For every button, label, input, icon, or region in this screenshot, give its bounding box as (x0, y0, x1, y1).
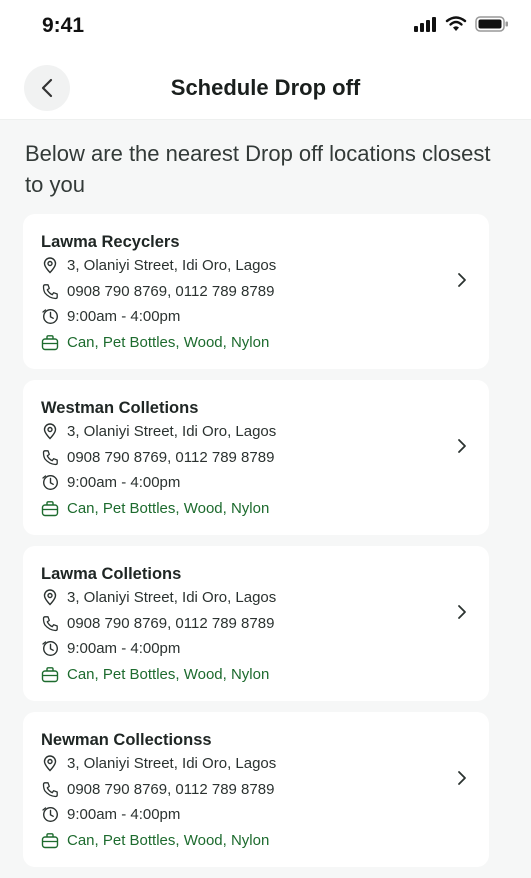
phone-icon (41, 614, 59, 632)
clock-icon (41, 474, 59, 492)
map-pin-icon (41, 257, 59, 275)
chevron-right-icon (458, 439, 466, 453)
status-icons (413, 16, 509, 32)
phone-row: 0908 790 8769, 0112 789 8789 (41, 279, 471, 305)
battery-icon (475, 16, 508, 32)
address-text: 3, Olaniyi Street, Idi Oro, Lagos (67, 589, 277, 607)
wifi-icon (445, 16, 467, 31)
materials-text: Can, Pet Bottles, Wood, Nylon (67, 665, 270, 683)
phone-icon (41, 282, 59, 300)
chevron-right-icon (458, 273, 466, 287)
hours-text: 9:00am - 4:00pm (67, 474, 181, 492)
status-time: 9:41 (42, 14, 85, 37)
signal-icon (414, 17, 436, 32)
phone-row: 0908 790 8769, 0112 789 8789 (41, 445, 471, 471)
phone-text: 0908 790 8769, 0112 789 8789 (67, 448, 275, 466)
bag-icon (41, 333, 59, 351)
location-card[interactable]: Westman Colletions 3, Olaniyi Street, Id… (23, 380, 489, 535)
hours-row: 9:00am - 4:00pm (41, 802, 471, 828)
status-bar: 9:41 (0, 0, 531, 56)
phone-row: 0908 790 8769, 0112 789 8789 (41, 777, 471, 803)
location-card[interactable]: Lawma Recyclers 3, Olaniyi Street, Idi O… (23, 214, 489, 369)
page-title: Schedule Drop off (170, 75, 361, 100)
address-row: 3, Olaniyi Street, Idi Oro, Lagos (41, 419, 471, 445)
map-pin-icon (41, 755, 59, 773)
bag-icon (41, 499, 59, 517)
map-pin-icon (41, 589, 59, 607)
bag-icon (41, 665, 59, 683)
address-text: 3, Olaniyi Street, Idi Oro, Lagos (67, 423, 277, 441)
phone-text: 0908 790 8769, 0112 789 8789 (67, 780, 275, 798)
location-list: Lawma Recyclers 3, Olaniyi Street, Idi O… (23, 214, 489, 878)
materials-row: Can, Pet Bottles, Wood, Nylon (41, 330, 471, 356)
location-card[interactable]: Lawma Colletions 3, Olaniyi Street, Idi … (23, 546, 489, 701)
address-text: 3, Olaniyi Street, Idi Oro, Lagos (67, 257, 277, 275)
intro-text: Below are the nearest Drop off locations… (25, 141, 491, 197)
location-name: Lawma Recyclers (41, 233, 180, 251)
address-row: 3, Olaniyi Street, Idi Oro, Lagos (41, 253, 471, 279)
phone-icon (41, 780, 59, 798)
materials-row: Can, Pet Bottles, Wood, Nylon (41, 662, 471, 688)
clock-icon (41, 806, 59, 824)
chevron-right-icon (458, 771, 466, 785)
materials-row: Can, Pet Bottles, Wood, Nylon (41, 496, 471, 522)
hours-text: 9:00am - 4:00pm (67, 640, 181, 658)
location-card[interactable]: Newman Collectionss 3, Olaniyi Street, I… (23, 712, 489, 867)
hours-row: 9:00am - 4:00pm (41, 636, 471, 662)
map-pin-icon (41, 423, 59, 441)
phone-text: 0908 790 8769, 0112 789 8789 (67, 614, 275, 632)
location-name: Westman Colletions (41, 399, 199, 417)
address-row: 3, Olaniyi Street, Idi Oro, Lagos (41, 585, 471, 611)
location-name: Newman Collectionss (41, 731, 212, 749)
bag-icon (41, 831, 59, 849)
materials-row: Can, Pet Bottles, Wood, Nylon (41, 828, 471, 854)
hours-row: 9:00am - 4:00pm (41, 304, 471, 330)
chevron-right-icon (458, 605, 466, 619)
hours-row: 9:00am - 4:00pm (41, 470, 471, 496)
hours-text: 9:00am - 4:00pm (67, 806, 181, 824)
materials-text: Can, Pet Bottles, Wood, Nylon (67, 333, 270, 351)
clock-icon (41, 640, 59, 658)
materials-text: Can, Pet Bottles, Wood, Nylon (67, 499, 270, 517)
header: Schedule Drop off (0, 56, 531, 120)
materials-text: Can, Pet Bottles, Wood, Nylon (67, 831, 270, 849)
phone-row: 0908 790 8769, 0112 789 8789 (41, 611, 471, 637)
hours-text: 9:00am - 4:00pm (67, 308, 181, 326)
phone-icon (41, 448, 59, 466)
address-row: 3, Olaniyi Street, Idi Oro, Lagos (41, 751, 471, 777)
location-name: Lawma Colletions (41, 565, 182, 583)
phone-text: 0908 790 8769, 0112 789 8789 (67, 282, 275, 300)
address-text: 3, Olaniyi Street, Idi Oro, Lagos (67, 755, 277, 773)
clock-icon (41, 308, 59, 326)
